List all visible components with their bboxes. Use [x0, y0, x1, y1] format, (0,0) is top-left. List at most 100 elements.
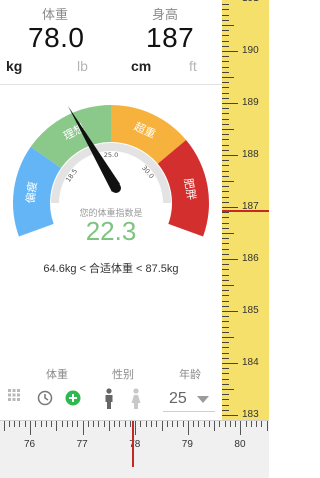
ruler-tick	[208, 421, 210, 427]
ruler-tick	[222, 165, 229, 167]
ruler-tick	[240, 421, 242, 435]
ruler-tick	[222, 186, 229, 188]
ruler-tick	[30, 421, 31, 435]
ruler-tick	[3, 421, 5, 431]
weight-unit-kg[interactable]: kg	[6, 58, 22, 74]
weight-ruler-label: 78	[129, 439, 141, 450]
ruler-tick	[8, 421, 10, 427]
ruler-tick	[222, 134, 229, 136]
ruler-tick	[222, 233, 234, 234]
ruler-tick	[222, 30, 229, 32]
height-unit-cm[interactable]: cm	[131, 58, 151, 74]
ruler-tick	[222, 25, 234, 26]
age-control-label: 年龄	[179, 369, 201, 381]
ruler-tick	[222, 129, 234, 130]
bmi-value: 22.3	[85, 216, 137, 246]
ruler-tick	[222, 238, 229, 240]
ruler-tick	[61, 421, 63, 427]
female-icon[interactable]	[131, 388, 141, 410]
ruler-tick	[222, 331, 229, 333]
ruler-tick	[222, 321, 229, 323]
chevron-down-icon	[197, 396, 209, 403]
ruler-tick	[77, 421, 79, 427]
ruler-tick	[19, 421, 21, 427]
weight-control-label: 体重	[46, 369, 68, 381]
ruler-tick	[222, 316, 229, 318]
ruler-tick	[222, 71, 229, 73]
weight-ruler-label: 77	[76, 439, 88, 450]
ruler-tick	[40, 421, 42, 427]
ruler-tick	[222, 123, 229, 125]
ruler-tick	[193, 421, 195, 427]
ruler-tick	[161, 421, 163, 431]
ruler-tick	[45, 421, 47, 427]
ruler-tick	[87, 421, 89, 427]
ruler-tick	[222, 295, 229, 297]
male-icon[interactable]	[104, 388, 114, 410]
height-ruler-label: 188	[242, 149, 259, 160]
ruler-tick	[222, 61, 229, 63]
ruler-tick	[172, 421, 174, 427]
ruler-tick	[266, 421, 268, 431]
ruler-tick	[222, 253, 229, 255]
ruler-tick	[66, 421, 68, 427]
grid-icon[interactable]	[7, 388, 21, 402]
ruler-tick	[56, 421, 58, 431]
ruler-tick	[222, 368, 229, 370]
header-divider	[0, 84, 222, 85]
ruler-tick	[222, 409, 229, 411]
ruler-tick	[198, 421, 200, 427]
clock-icon[interactable]	[37, 390, 53, 406]
ruler-tick	[222, 9, 229, 11]
ruler-tick	[222, 347, 229, 349]
age-select[interactable]: 25	[163, 386, 215, 412]
height-ruler-label: 189	[242, 97, 259, 108]
ruler-tick	[145, 421, 147, 427]
ruler-tick	[222, 373, 229, 375]
ruler-tick	[98, 421, 100, 427]
height-ruler-label: 183	[242, 409, 259, 420]
ruler-tick	[114, 421, 116, 427]
weight-ruler[interactable]: 76 77 78 79 80	[0, 420, 269, 478]
height-title: 身高	[152, 7, 179, 22]
height-value[interactable]: 187	[146, 22, 194, 54]
ruler-tick	[222, 51, 238, 52]
ruler-tick	[222, 378, 229, 380]
ruler-tick	[51, 421, 53, 427]
ruler-tick	[103, 421, 105, 427]
height-unit-ft[interactable]: ft	[189, 58, 197, 74]
weight-ruler-label: 79	[181, 439, 193, 450]
ruler-tick	[222, 40, 229, 42]
ruler-tick	[222, 342, 229, 344]
ruler-tick	[222, 259, 238, 260]
ruler-tick	[222, 207, 238, 208]
ruler-tick	[222, 191, 229, 193]
weight-unit-lb[interactable]: lb	[77, 58, 88, 74]
add-icon[interactable]	[65, 390, 81, 406]
weight-title: 体重	[42, 7, 69, 22]
height-ruler-label: 190	[242, 45, 259, 56]
height-ruler-label: 185	[242, 305, 259, 316]
ruler-tick	[222, 404, 229, 406]
ruler-tick	[222, 352, 229, 354]
ruler-tick	[222, 35, 229, 37]
ruler-tick	[222, 103, 238, 104]
ruler-tick	[222, 14, 229, 16]
ruler-tick	[224, 421, 226, 427]
height-ruler[interactable]: 191190189188187186185184183	[222, 0, 269, 420]
ruler-tick	[82, 421, 84, 435]
ruler-tick	[203, 421, 205, 427]
ruler-tick	[222, 196, 229, 198]
ruler-tick	[222, 222, 229, 224]
height-indicator-line	[222, 210, 269, 212]
ruler-tick	[222, 87, 229, 89]
ruler-tick	[222, 363, 238, 364]
ruler-tick	[124, 421, 126, 427]
ruler-tick	[222, 357, 229, 359]
ruler-tick	[261, 421, 263, 427]
ruler-tick	[229, 421, 231, 427]
ruler-tick	[35, 421, 37, 427]
ruler-tick	[222, 248, 229, 250]
ruler-tick	[166, 421, 168, 427]
weight-value[interactable]: 78.0	[28, 22, 85, 54]
